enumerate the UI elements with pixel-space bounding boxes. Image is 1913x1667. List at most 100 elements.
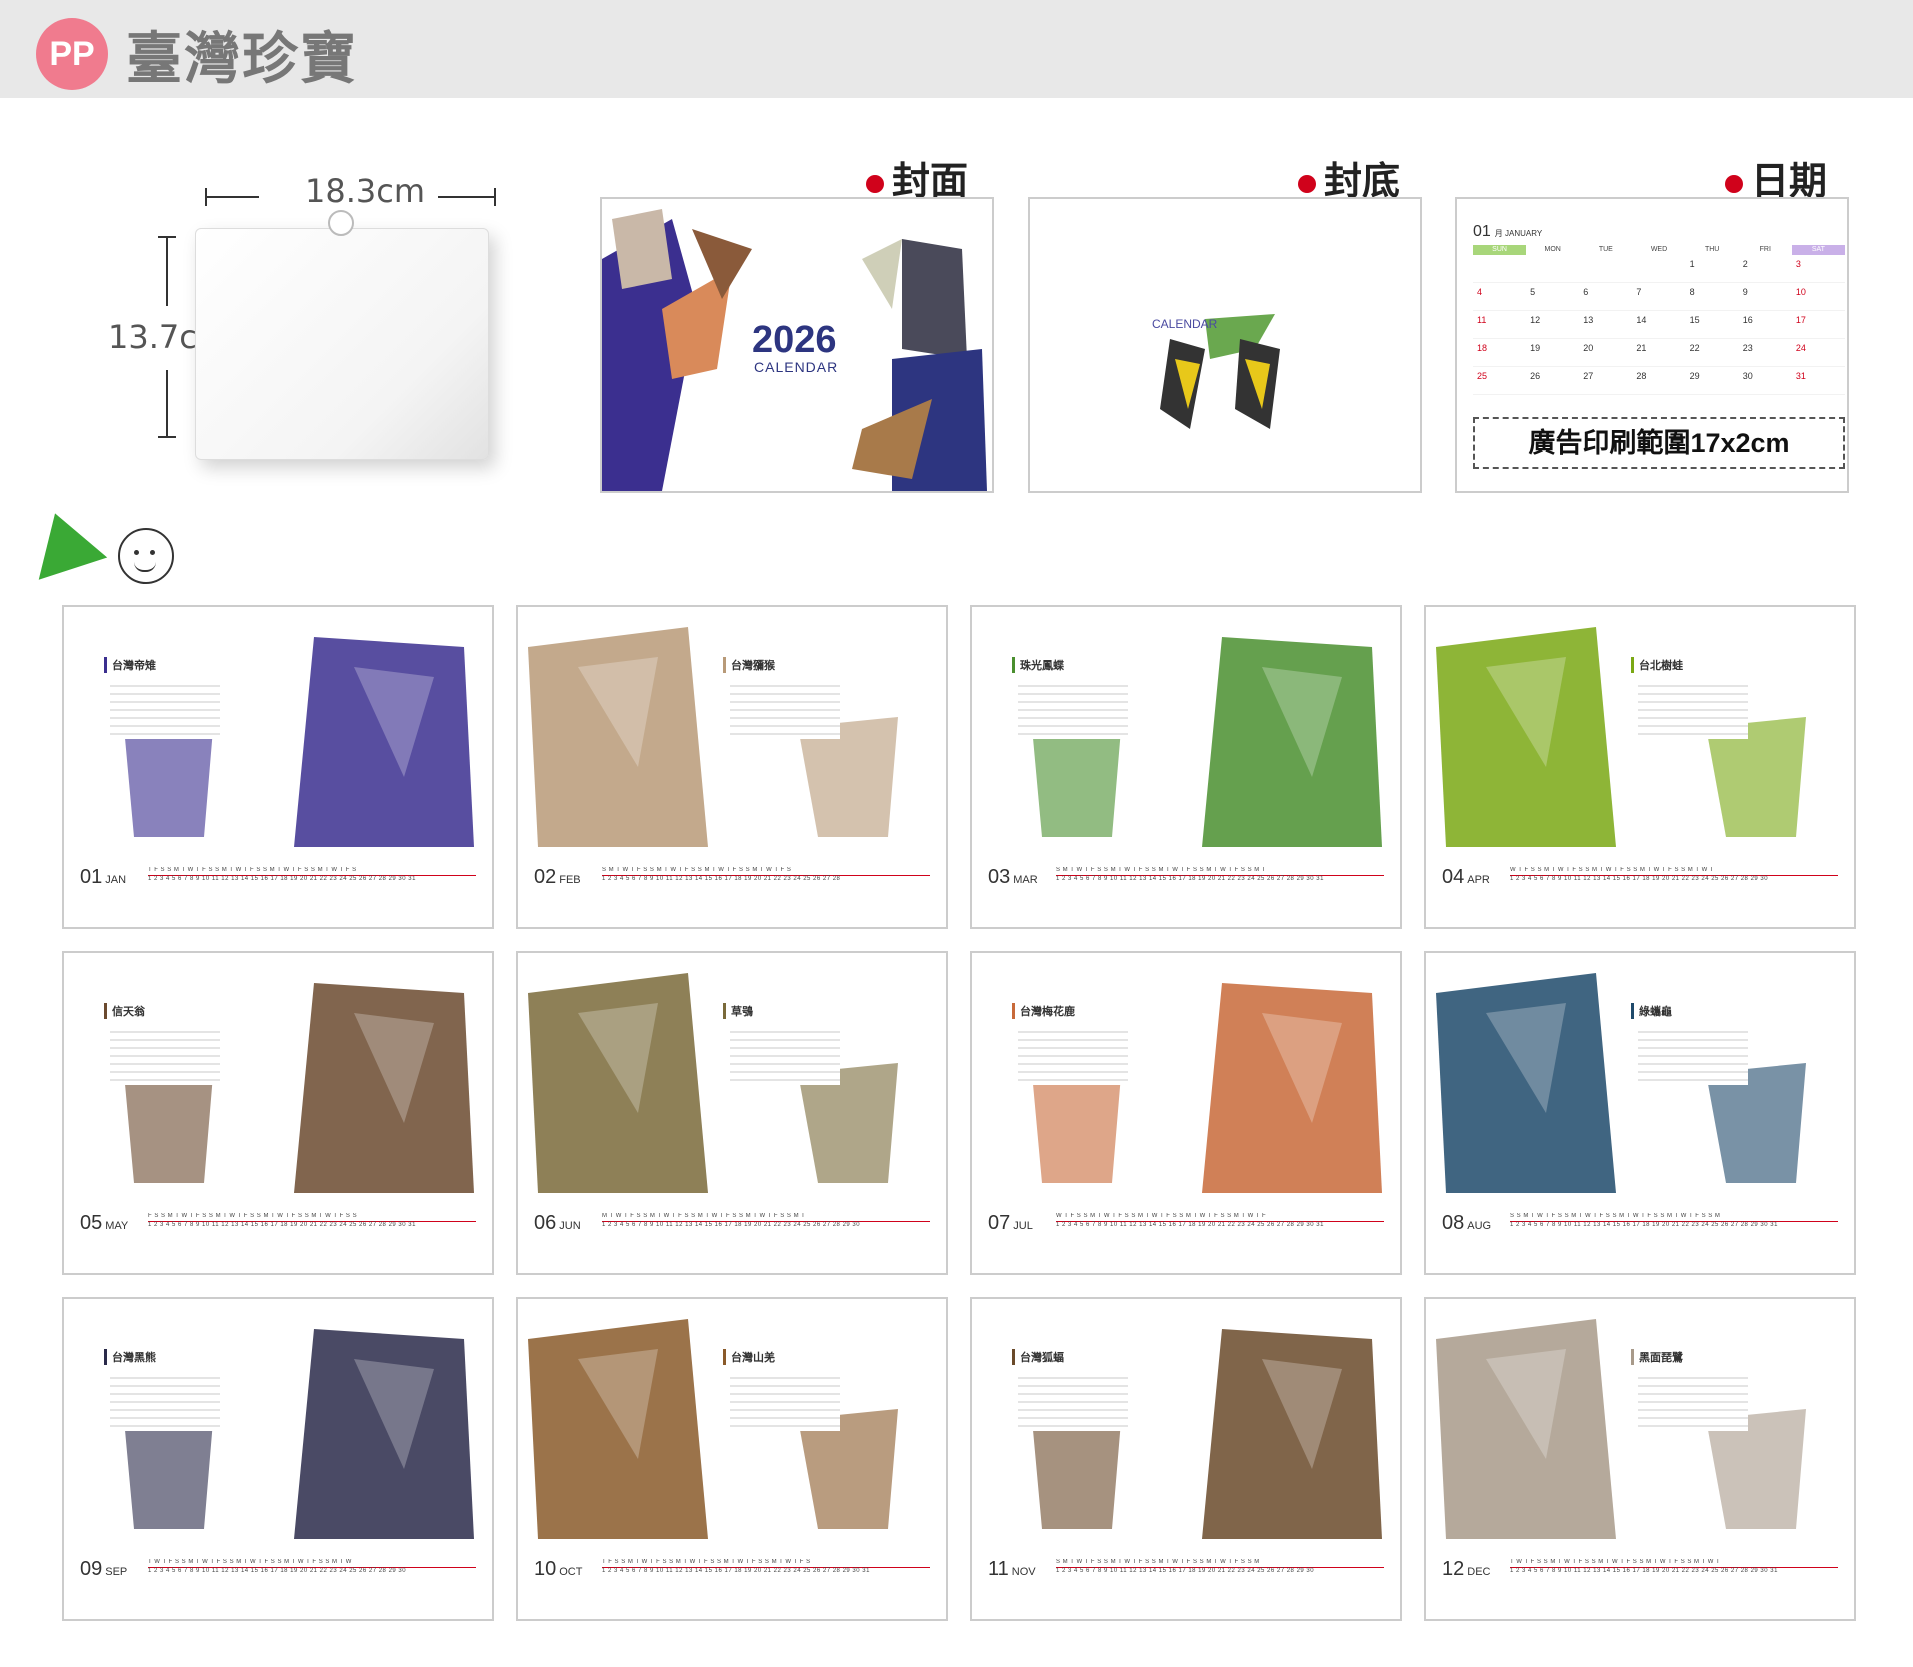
month-date-strip: F S S M T W T F S S M T W T F S S M T W … xyxy=(148,1213,476,1233)
month-description-text xyxy=(110,1371,220,1431)
girl-face-icon xyxy=(118,528,174,584)
month-number: 09 SEP xyxy=(80,1558,128,1580)
month-species-title: 台灣山羌 xyxy=(723,1349,775,1365)
date-cell: 27 xyxy=(1579,367,1633,395)
month-date-strip: T W T F S S M T W T F S S M T W T F S S … xyxy=(148,1559,476,1579)
month-number: 10 OCT xyxy=(534,1558,583,1580)
header-bar: PP 臺灣珍寶 xyxy=(0,0,1913,98)
month-date-strip: S S M T W T F S S M T W T F S S M T W T … xyxy=(1510,1213,1838,1233)
ad-print-area: 廣告印刷範圍17x2cm xyxy=(1473,417,1845,469)
date-cell: 11 xyxy=(1473,311,1527,339)
weekday-header: SAT xyxy=(1791,245,1845,255)
width-arrow-left xyxy=(205,196,259,198)
date-cell: 26 xyxy=(1526,367,1580,395)
date-page-heading: 01 月 JANUARY xyxy=(1473,223,1543,240)
month-species-title: 草鴞 xyxy=(723,1003,753,1019)
front-cover-year: 2026 xyxy=(752,319,837,361)
month-description-text xyxy=(1638,1025,1748,1085)
date-cell xyxy=(1526,255,1580,283)
month-description-text xyxy=(1018,1371,1128,1431)
month-number: 11 NOV xyxy=(988,1558,1036,1580)
weekday-header: TUE xyxy=(1598,246,1613,253)
month-page-02: 台灣獼猴 02 FEB S M T W T F S S M T W T F S S M… xyxy=(516,605,948,929)
date-cell: 1 xyxy=(1685,255,1739,283)
month-number: 07 JUL xyxy=(988,1212,1033,1234)
month-species-title: 黑面琵鷺 xyxy=(1631,1349,1683,1365)
month-species-title: 台灣黑熊 xyxy=(104,1349,156,1365)
month-page-08: 綠蠵龜 08 AUG S S M T W T F S S M T W T F S S … xyxy=(1424,951,1856,1275)
month-page-01: 台灣帝雉 01 JAN T F S S M T W T F S S M T W T F… xyxy=(62,605,494,929)
month-date-strip: S M T W T F S S M T W T F S S M T W T F … xyxy=(1056,1559,1384,1579)
date-cell: 18 xyxy=(1473,339,1527,367)
date-cell xyxy=(1579,255,1633,283)
date-cell: 29 xyxy=(1685,367,1739,395)
red-dot-icon xyxy=(1725,174,1743,193)
month-page-09: 台灣黑熊 09 SEP T W T F S S M T W T F S S M T W… xyxy=(62,1297,494,1621)
month-date-strip: S M T W T F S S M T W T F S S M T W T F … xyxy=(602,867,930,887)
date-cell: 3 xyxy=(1791,255,1845,283)
date-cell: 2 xyxy=(1738,255,1792,283)
month-species-title: 台北樹蛙 xyxy=(1631,657,1683,673)
date-cell: 21 xyxy=(1632,339,1686,367)
green-triangle-icon xyxy=(20,502,108,580)
date-cell: 30 xyxy=(1738,367,1792,395)
date-cell: 14 xyxy=(1632,311,1686,339)
height-arrow-top xyxy=(166,236,168,306)
month-description-text xyxy=(110,679,220,739)
month-number: 03 MAR xyxy=(988,866,1038,888)
month-page-10: 台灣山羌 10 OCT T F S S M T W T F S S M T W T F… xyxy=(516,1297,948,1621)
brand-title: 臺灣珍寶 xyxy=(126,27,358,90)
width-label: 18.3cm xyxy=(305,172,426,210)
month-species-title: 台灣帝雉 xyxy=(104,657,156,673)
date-page-grid: SUN MON TUE WED THU FRI SAT 1 2 3 4 5 6 7 8 9 10 11 12 13 14… xyxy=(1473,245,1845,395)
month-species-title: 綠蠵龜 xyxy=(1631,1003,1672,1019)
weekday-header: MON xyxy=(1544,246,1561,253)
date-cell: 22 xyxy=(1685,339,1739,367)
month-page-11: 台灣狐蝠 11 NOV S M T W T F S S M T W T F S S M… xyxy=(970,1297,1402,1621)
month-date-strip: W T F S S M T W T F S S M T W T F S S M … xyxy=(1056,1213,1384,1233)
date-cell: 13 xyxy=(1579,311,1633,339)
month-date-strip: T F S S M T W T F S S M T W T F S S M T … xyxy=(602,1559,930,1579)
month-page-05: 信天翁 05 MAY F S S M T W T F S S M T W T F S … xyxy=(62,951,494,1275)
month-description-text xyxy=(730,1025,840,1085)
month-description-text xyxy=(1638,679,1748,739)
weekday-header: THU xyxy=(1704,246,1720,253)
month-description-text xyxy=(730,1371,840,1431)
date-cell: 5 xyxy=(1526,283,1580,311)
date-cell: 17 xyxy=(1791,311,1845,339)
back-cover-card: CALENDAR xyxy=(1028,197,1422,493)
date-cell: 23 xyxy=(1738,339,1792,367)
month-description-text xyxy=(730,679,840,739)
back-cover-butterfly-artwork xyxy=(1160,314,1280,429)
date-cell: 28 xyxy=(1632,367,1686,395)
date-page-card: 01 月 JANUARY SUN MON TUE WED THU FRI SAT 1 2 3 4 5 6 7… xyxy=(1455,197,1849,493)
date-cell: 31 xyxy=(1791,367,1845,395)
month-page-12: 黑面琵鷺 12 DEC T W T F S S M T W T F S S M T W… xyxy=(1424,1297,1856,1621)
month-page-04: 台北樹蛙 04 APR W T F S S M T W T F S S M T W T… xyxy=(1424,605,1856,929)
month-number: 02 FEB xyxy=(534,866,581,888)
calendar-hook xyxy=(328,210,354,236)
date-cell: 19 xyxy=(1526,339,1580,367)
month-species-title: 台灣梅花鹿 xyxy=(1012,1003,1075,1019)
weekday-header: FRI xyxy=(1759,246,1771,253)
month-description-text xyxy=(110,1025,220,1085)
month-date-strip: T F S S M T W T F S S M T W T F S S M T … xyxy=(148,867,476,887)
date-cell: 12 xyxy=(1526,311,1580,339)
month-species-title: 台灣狐蝠 xyxy=(1012,1349,1064,1365)
month-number: 01 JAN xyxy=(80,866,127,888)
date-cell xyxy=(1632,255,1686,283)
date-cell: 16 xyxy=(1738,311,1792,339)
month-date-strip: M T W T F S S M T W T F S S M T W T F S … xyxy=(602,1213,930,1233)
date-cell: 8 xyxy=(1685,283,1739,311)
month-species-title: 珠光鳳蝶 xyxy=(1012,657,1064,673)
month-species-title: 台灣獼猴 xyxy=(723,657,775,673)
front-cover-card: 2026 CALENDAR xyxy=(600,197,994,493)
height-arrow-bottom xyxy=(166,370,168,436)
height-arrow-bottom-cap xyxy=(158,436,176,438)
front-cover-word: CALENDAR xyxy=(754,359,839,375)
date-cell: 6 xyxy=(1579,283,1633,311)
back-cover-word: CALENDAR xyxy=(1152,317,1218,331)
red-dot-icon xyxy=(1298,174,1316,193)
month-page-06: 草鴞 06 JUN M T W T F S S M T W T F S S M T W… xyxy=(516,951,948,1275)
date-cell: 25 xyxy=(1473,367,1527,395)
